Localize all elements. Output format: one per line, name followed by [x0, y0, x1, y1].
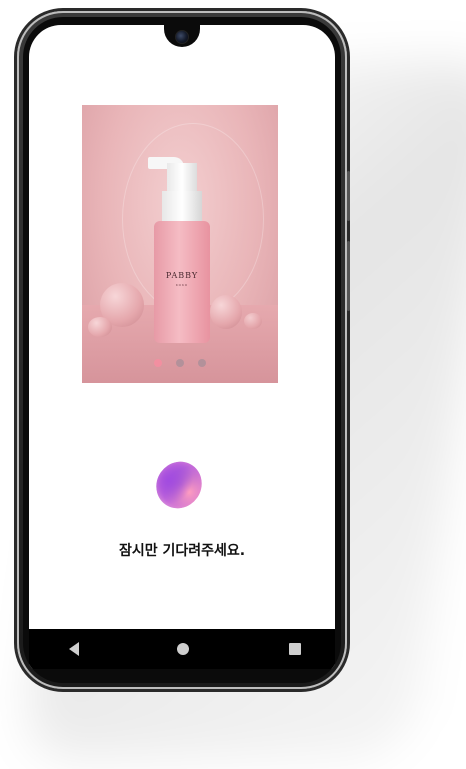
camera-icon — [175, 30, 189, 44]
carousel-dot-active[interactable] — [154, 359, 162, 367]
stone-decor — [88, 317, 112, 337]
stone-decor — [244, 313, 262, 329]
triangle-back-icon — [69, 642, 79, 656]
loading-message: 잠시만 기다려주세요. — [118, 543, 246, 559]
recent-apps-button[interactable] — [285, 639, 305, 659]
circle-home-icon — [177, 643, 189, 655]
product-brand-sub: KOKO — [175, 283, 189, 287]
product-image[interactable]: PABBY KOKO — [82, 105, 278, 383]
square-recent-icon — [289, 643, 301, 655]
bottle-body — [154, 221, 210, 343]
carousel-dot[interactable] — [176, 359, 184, 367]
carousel-dot[interactable] — [198, 359, 206, 367]
bottle-neck — [167, 163, 197, 191]
power-button — [347, 241, 350, 311]
screen: PABBY KOKO 잠시만 기다려주세요. — [29, 25, 335, 669]
home-button[interactable] — [173, 639, 193, 659]
stone-decor — [210, 295, 242, 329]
volume-button — [347, 171, 350, 221]
carousel-indicator — [82, 359, 278, 367]
loading-orb-icon — [153, 457, 205, 513]
phone-frame: PABBY KOKO 잠시만 기다려주세요. — [17, 11, 350, 689]
phone-bezel: PABBY KOKO 잠시만 기다려주세요. — [23, 17, 341, 683]
notch — [164, 25, 200, 47]
back-button[interactable] — [65, 639, 85, 659]
product-brand: PABBY — [165, 271, 199, 280]
mockup-stage: PABBY KOKO 잠시만 기다려주세요. — [0, 0, 466, 769]
bottle-collar — [162, 191, 202, 221]
system-navbar — [29, 629, 335, 669]
